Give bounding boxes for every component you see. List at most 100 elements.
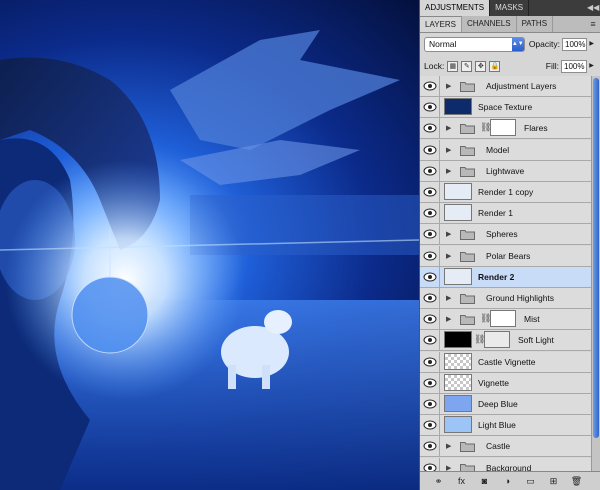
fill-slider-arrow-icon[interactable]: ▶ [587, 60, 596, 73]
layer-name: Soft Light [518, 335, 554, 346]
layer-row[interactable]: Vignette [420, 372, 592, 394]
visibility-toggle[interactable] [420, 245, 440, 266]
opacity-input[interactable]: 100% [562, 37, 588, 51]
lock-all-icon[interactable]: 🔒 [489, 60, 501, 72]
layer-row[interactable]: ▶ Castle [420, 436, 592, 458]
new-layer-icon[interactable]: ⊞ [545, 474, 562, 488]
layer-row[interactable]: ▶ Spheres [420, 224, 592, 246]
layer-mask-thumbnail[interactable] [490, 119, 516, 137]
visibility-toggle[interactable] [420, 330, 440, 351]
expand-triangle-icon[interactable]: ▶ [446, 124, 451, 132]
layer-row[interactable]: ⛓ Soft Light [420, 330, 592, 352]
fx-icon[interactable]: fx [453, 474, 470, 488]
layer-row[interactable]: ▶ Model [420, 139, 592, 161]
eye-icon [423, 101, 437, 113]
eye-icon [423, 398, 437, 410]
layer-thumbnail[interactable] [444, 98, 472, 116]
artwork-illustration [0, 30, 419, 490]
visibility-toggle[interactable] [420, 203, 440, 224]
visibility-toggle[interactable] [420, 351, 440, 372]
visibility-toggle[interactable] [420, 224, 440, 245]
layers-scrollbar[interactable] [591, 76, 600, 471]
lock-transparent-pixels-icon[interactable]: ▦ [447, 60, 459, 72]
expand-triangle-icon[interactable]: ▶ [446, 315, 451, 323]
layer-thumbnail[interactable] [444, 395, 472, 412]
expand-triangle-icon[interactable]: ▶ [446, 294, 451, 302]
mask-icon[interactable]: ◙ [476, 474, 493, 488]
expand-triangle-icon[interactable]: ▶ [446, 252, 451, 260]
layer-thumbnail[interactable] [444, 416, 472, 434]
layer-thumbnail[interactable] [444, 352, 472, 370]
layer-thumbnail[interactable] [444, 204, 472, 222]
folder-icon [460, 145, 475, 156]
layer-name: Render 1 copy [478, 187, 534, 197]
tab-channels[interactable]: CHANNELS [462, 16, 517, 32]
visibility-toggle[interactable] [420, 415, 440, 436]
layer-row[interactable]: Render 2 [420, 266, 592, 288]
layer-row[interactable]: Deep Blue [420, 394, 592, 415]
visibility-toggle[interactable] [420, 372, 440, 393]
fill-input[interactable]: 100% [561, 59, 587, 73]
tab-adjustments[interactable]: ADJUSTMENTS [420, 0, 491, 16]
blend-mode-select[interactable]: Normal ▲▼ [424, 36, 525, 52]
adjustment-icon[interactable]: ◑ [499, 474, 516, 488]
tab-masks[interactable]: MASKS [490, 0, 530, 16]
lock-position-icon[interactable]: ✥ [475, 60, 487, 72]
layer-row[interactable]: ▶ Lightwave [420, 160, 592, 182]
lock-image-pixels-icon[interactable]: ✎ [461, 60, 473, 72]
layer-row[interactable]: ▶ Polar Bears [420, 245, 592, 267]
layer-row[interactable]: Render 1 [420, 203, 592, 225]
expand-triangle-icon[interactable]: ▶ [446, 167, 451, 175]
visibility-toggle[interactable] [420, 76, 440, 96]
panel-bottom-bar: ⚭ fx ◙ ◑ ▭ ⊞ 🗑 [420, 471, 600, 490]
layer-mask-thumbnail[interactable] [490, 310, 516, 328]
visibility-toggle[interactable] [420, 139, 440, 160]
layer-name: Castle [486, 441, 511, 452]
layer-row[interactable]: Space Texture [420, 97, 592, 119]
link-icon[interactable]: ⚭ [430, 474, 447, 488]
folder-icon [460, 81, 475, 92]
trash-icon[interactable]: 🗑 [568, 474, 585, 488]
layer-row[interactable]: ▶ Adjustment Layers [420, 76, 592, 97]
tab-paths[interactable]: PATHS [517, 16, 554, 32]
artwork-canvas[interactable] [0, 0, 419, 490]
visibility-toggle[interactable] [420, 182, 440, 202]
visibility-toggle[interactable] [420, 436, 440, 457]
expand-triangle-icon[interactable]: ▶ [446, 82, 451, 90]
eye-icon [423, 377, 437, 389]
layer-thumbnail[interactable] [444, 183, 472, 200]
visibility-toggle[interactable] [420, 97, 440, 118]
scrollbar-thumb[interactable] [593, 78, 599, 438]
panel-menu-icon[interactable]: ≡ [588, 19, 598, 29]
layer-name: Vignette [478, 377, 510, 388]
layer-row[interactable]: ▶ ⛓ Mist [420, 309, 592, 331]
expand-triangle-icon[interactable]: ▶ [446, 146, 451, 154]
layer-name: Model [486, 144, 510, 155]
layer-thumbnail[interactable] [444, 267, 472, 285]
visibility-toggle[interactable] [420, 118, 440, 139]
layer-row[interactable]: Render 1 copy [420, 182, 592, 203]
visibility-toggle[interactable] [420, 394, 440, 414]
opacity-slider-arrow-icon[interactable]: ▶ [587, 38, 596, 51]
expand-triangle-icon[interactable]: ▶ [446, 442, 451, 450]
panel-top-tabs: ADJUSTMENTS MASKS ◀◀ [420, 0, 600, 16]
eye-icon [423, 250, 437, 262]
layer-thumbnail[interactable] [444, 373, 472, 391]
layer-row[interactable]: ▶ Ground Highlights [420, 288, 592, 309]
tab-layers[interactable]: LAYERS [420, 16, 462, 32]
new-group-icon[interactable]: ▭ [522, 474, 539, 488]
expand-triangle-icon[interactable]: ▶ [446, 230, 451, 238]
layer-mask-thumbnail[interactable] [484, 331, 510, 349]
layer-thumbnail[interactable] [444, 331, 472, 349]
visibility-toggle[interactable] [420, 160, 440, 181]
collapse-icon[interactable]: ◀◀ [587, 2, 599, 13]
chevron-down-icon: ▲▼ [511, 37, 524, 51]
layer-row[interactable]: ▶ ⛓ Flares [420, 118, 592, 140]
layer-name: Render 1 [478, 208, 513, 219]
visibility-toggle[interactable] [420, 309, 440, 330]
folder-icon [460, 166, 475, 177]
visibility-toggle[interactable] [420, 266, 440, 287]
visibility-toggle[interactable] [420, 288, 440, 308]
layer-row[interactable]: Castle Vignette [420, 351, 592, 373]
layer-row[interactable]: Light Blue [420, 415, 592, 437]
